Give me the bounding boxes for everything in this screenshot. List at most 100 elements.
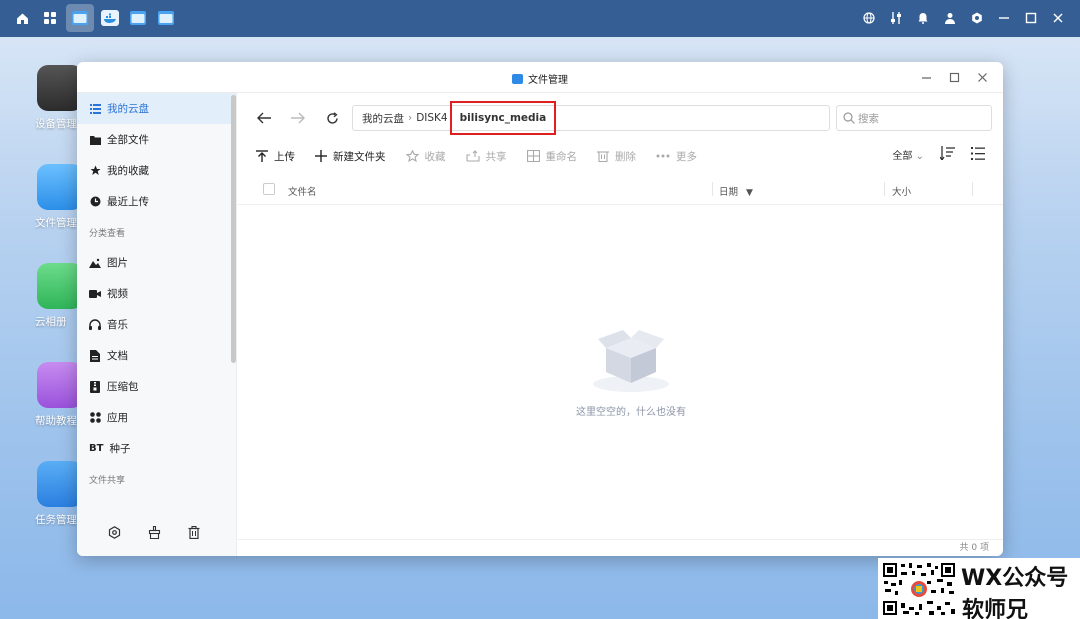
settings-icon[interactable]: [967, 8, 987, 28]
more-button[interactable]: 更多: [656, 149, 697, 164]
apps-grid-icon[interactable]: [38, 6, 62, 30]
status-bar: 共 0 项: [238, 539, 1003, 556]
sidebar-item-images[interactable]: 图片: [77, 247, 236, 278]
star-outline-icon: [405, 150, 419, 162]
window-minimize-button[interactable]: [919, 70, 933, 84]
sidebar-item-music[interactable]: 音乐: [77, 309, 236, 340]
col-header-size[interactable]: 大小: [892, 184, 911, 198]
col-header-name[interactable]: 文件名: [288, 184, 317, 198]
clock-icon: [89, 196, 101, 208]
sidebar-item-label: 应用: [107, 412, 128, 424]
bt-icon: BT: [89, 443, 104, 454]
file-manager-task-icon[interactable]: [66, 4, 94, 32]
select-all-checkbox[interactable]: [263, 183, 275, 195]
chevron-down-icon: ⌄: [915, 151, 924, 162]
close-icon[interactable]: [1048, 8, 1068, 28]
window-close-button[interactable]: [975, 70, 989, 84]
empty-box-icon: [593, 330, 669, 392]
sidebar-item-label: 音乐: [107, 319, 128, 331]
upload-label: 上传: [274, 150, 295, 163]
headphones-icon: [89, 319, 101, 331]
qr-code-icon: [881, 561, 957, 617]
sort-desc-icon: ▼: [746, 188, 753, 198]
list-view-icon[interactable]: [971, 146, 985, 163]
sort-icon[interactable]: [939, 146, 955, 163]
search-placeholder: 搜索: [858, 112, 879, 125]
bell-icon[interactable]: [913, 8, 933, 28]
delete-button[interactable]: 删除: [597, 149, 636, 164]
delete-label: 删除: [615, 150, 636, 163]
breadcrumb-item-my-cloud[interactable]: 我的云盘: [362, 111, 404, 126]
column-divider[interactable]: [972, 182, 973, 196]
sidebar-item-label: 种子: [109, 443, 131, 455]
user-icon[interactable]: [940, 8, 960, 28]
trash-icon[interactable]: [188, 525, 200, 542]
sidebar-item-my-cloud[interactable]: 我的云盘: [77, 93, 236, 124]
search-icon: [843, 112, 855, 124]
table-header: 文件名 日期 ▼ 大小: [238, 175, 1003, 205]
refresh-button[interactable]: [324, 110, 340, 126]
video-icon: [89, 288, 101, 300]
sidebar-item-label: 全部文件: [107, 134, 149, 146]
favorite-button[interactable]: 收藏: [405, 149, 446, 164]
window-maximize-button[interactable]: [947, 70, 961, 84]
sliders-icon[interactable]: [886, 8, 906, 28]
filter-select[interactable]: 全部 ⌄: [892, 147, 924, 162]
breadcrumb-separator-icon: ›: [408, 112, 413, 124]
window-titlebar[interactable]: 文件管理: [77, 62, 1003, 93]
filter-label: 全部: [892, 151, 913, 162]
clean-icon[interactable]: [148, 525, 161, 542]
watermark: WX公众号 软师兄: [878, 558, 1080, 619]
image-icon: [89, 257, 101, 269]
window-task-icon-2[interactable]: [154, 6, 178, 30]
sidebar-item-label: 视频: [107, 288, 128, 300]
share-button[interactable]: 共享: [465, 149, 507, 164]
more-dots-icon: [656, 154, 670, 158]
sidebar-item-documents[interactable]: 文档: [77, 340, 236, 371]
toolbar: 上传 新建文件夹 收藏 共享 重命名 删除 更多 全部 ⌄: [238, 146, 1003, 166]
empty-state-text: 这里空空的，什么也没有: [576, 407, 686, 418]
docker-icon[interactable]: [98, 6, 122, 30]
sidebar-item-favorites[interactable]: 我的收藏: [77, 155, 236, 186]
forward-button[interactable]: [290, 110, 306, 126]
item-count: 共 0 项: [959, 543, 989, 553]
rename-icon: [526, 150, 540, 162]
maximize-icon[interactable]: [1021, 8, 1041, 28]
sidebar-section-category: 分类查看: [89, 228, 126, 239]
home-icon[interactable]: [10, 6, 34, 30]
globe-icon[interactable]: [859, 8, 879, 28]
breadcrumb-item-disk4[interactable]: DISK4: [416, 112, 447, 124]
sidebar-item-torrents[interactable]: BT 种子: [77, 433, 236, 464]
column-divider[interactable]: [712, 182, 713, 196]
sidebar-section-share: 文件共享: [89, 475, 126, 486]
sidebar-item-apps[interactable]: 应用: [77, 402, 236, 433]
search-input[interactable]: 搜索: [836, 105, 992, 131]
back-button[interactable]: [256, 110, 272, 126]
window-task-icon[interactable]: [126, 6, 150, 30]
col-header-date[interactable]: 日期 ▼: [719, 184, 753, 198]
trash-icon: [597, 150, 609, 162]
breadcrumb-current[interactable]: bilisync_media: [449, 101, 557, 135]
file-manager-window: 文件管理 我的云盘 全部文件 我的收藏 最近上传 分类查看 图片 视频 音乐 文…: [77, 62, 1003, 556]
column-divider[interactable]: [884, 182, 885, 196]
sidebar-item-videos[interactable]: 视频: [77, 278, 236, 309]
settings-hex-icon[interactable]: [108, 526, 121, 542]
col-header-date-label: 日期: [719, 187, 739, 198]
new-folder-button[interactable]: 新建文件夹: [315, 149, 386, 164]
sidebar-scrollbar[interactable]: [231, 95, 236, 363]
window-title: 文件管理: [77, 71, 1003, 86]
sidebar-item-label: 我的收藏: [107, 165, 149, 177]
rename-button[interactable]: 重命名: [526, 149, 577, 164]
sidebar-item-label: 图片: [107, 257, 128, 269]
file-manager-icon: [512, 74, 523, 84]
upload-button[interactable]: 上传: [256, 149, 295, 164]
sidebar-item-archives[interactable]: 压缩包: [77, 371, 236, 402]
sidebar-item-all-files[interactable]: 全部文件: [77, 124, 236, 155]
breadcrumb: 我的云盘 › DISK4 bilisync_media: [352, 101, 830, 135]
main-content: 我的云盘 › DISK4 bilisync_media 搜索 上传 新建文件夹 …: [238, 93, 1003, 556]
sidebar-item-recent[interactable]: 最近上传: [77, 186, 236, 217]
minimize-all-icon[interactable]: [994, 8, 1014, 28]
new-folder-label: 新建文件夹: [333, 150, 386, 163]
sidebar-item-label: 文档: [107, 350, 128, 362]
folder-icon: [89, 134, 101, 146]
